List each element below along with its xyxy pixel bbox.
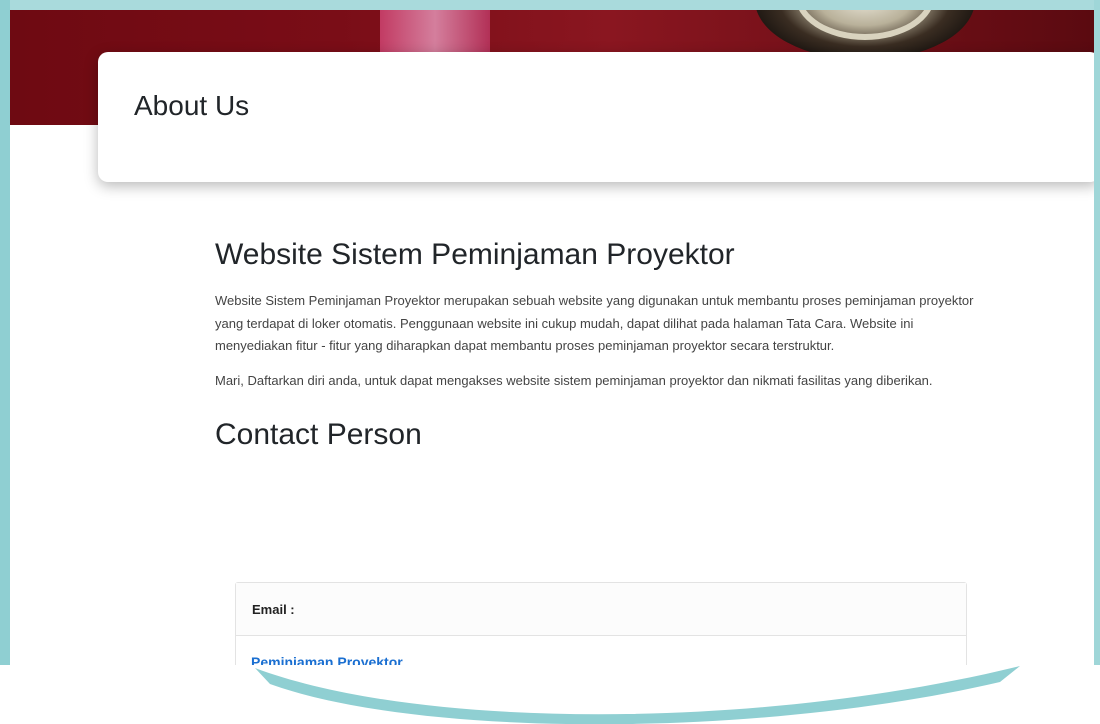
contact-card-header: Email :	[236, 583, 966, 636]
watermark-swoosh	[255, 666, 1020, 724]
watermark-right-edge	[1094, 0, 1100, 724]
section-heading: Website Sistem Peminjaman Proyektor	[215, 238, 735, 271]
description-paragraph: Website Sistem Peminjaman Proyektor meru…	[215, 293, 974, 353]
watermark-left-edge	[0, 0, 10, 724]
page-title: About Us	[134, 90, 250, 121]
watermark-top-edge	[0, 0, 1100, 10]
contact-heading: Contact Person	[215, 418, 422, 451]
about-header-card: About Us	[98, 52, 1100, 182]
invitation-paragraph: Mari, Daftarkan diri anda, untuk dapat m…	[215, 372, 933, 388]
main-content: Website Sistem Peminjaman Proyektor Webs…	[215, 238, 985, 452]
